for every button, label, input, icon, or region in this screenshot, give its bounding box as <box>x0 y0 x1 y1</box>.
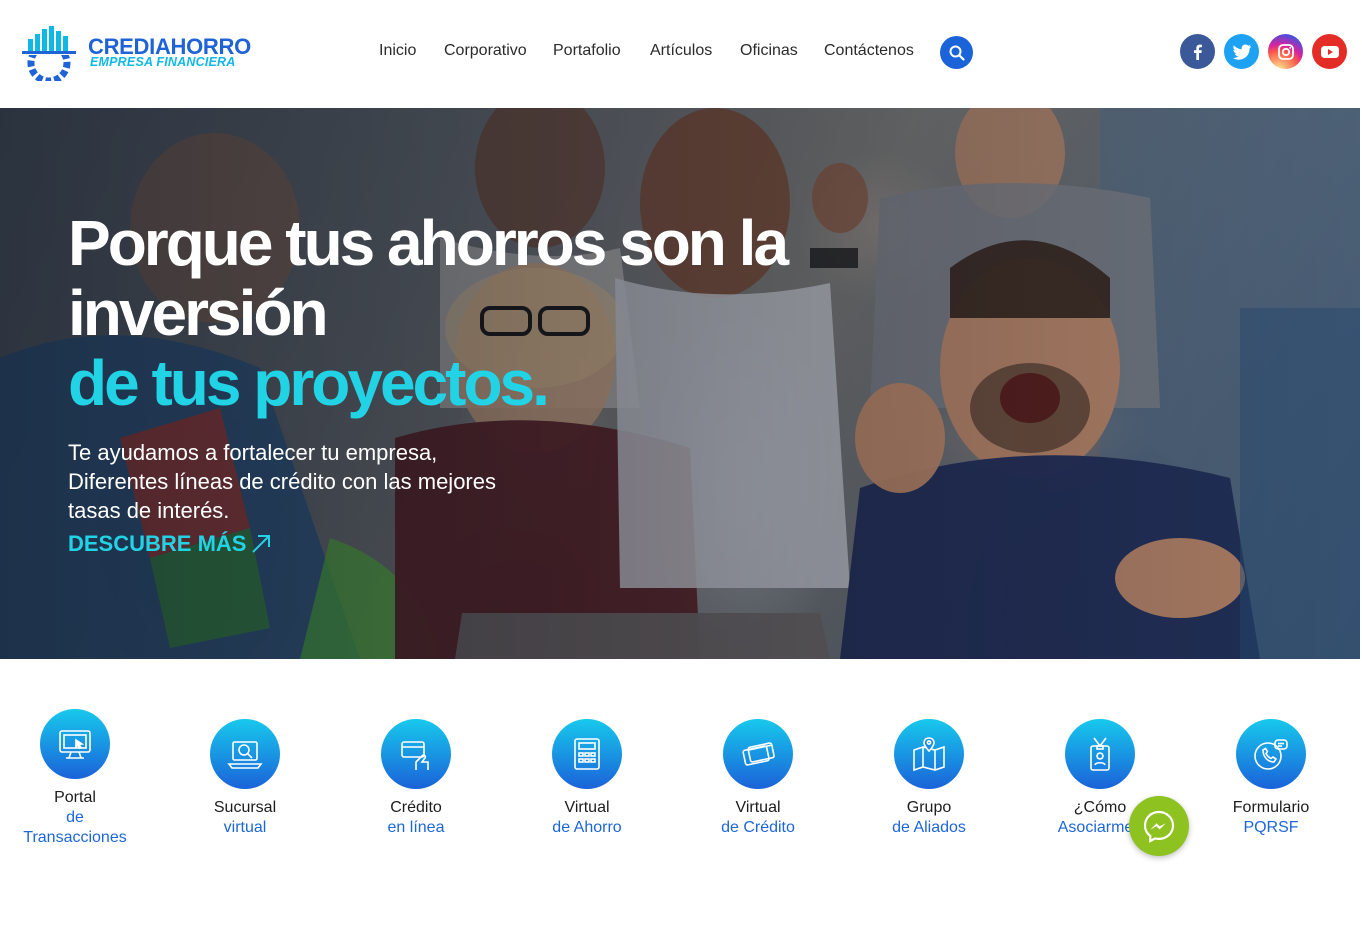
service-credito-en-linea[interactable]: Crédito en línea <box>341 719 491 838</box>
hero-banner: Porque tus ahorros son la inversión de t… <box>0 108 1360 659</box>
service-sublabel: PQRSF <box>1243 819 1299 836</box>
service-virtual-credito[interactable]: Virtual de Crédito <box>683 719 833 838</box>
monitor-icon <box>40 709 110 779</box>
service-label: Formulario <box>1232 799 1310 816</box>
twitter-link[interactable] <box>1224 34 1259 69</box>
facebook-link[interactable] <box>1180 34 1215 69</box>
service-label: Sucursal <box>213 799 277 816</box>
brand-tagline: EMPRESA FINANCIERA <box>90 55 236 69</box>
hero-title-line1: Porque tus ahorros son la <box>68 207 789 279</box>
arrow-up-right-icon <box>252 535 271 553</box>
phone-chat-icon <box>1236 719 1306 789</box>
id-badge-icon <box>1065 719 1135 789</box>
brand-logo[interactable]: CREDIAHORRO EMPRESA FINANCIERA <box>20 25 260 81</box>
youtube-link[interactable] <box>1312 34 1347 69</box>
messenger-button[interactable] <box>1129 796 1189 856</box>
hero-subtitle-line3: tasas de interés. <box>68 498 230 523</box>
service-formulario-pqrsf[interactable]: Formulario PQRSF <box>1196 719 1346 838</box>
nav-articulos[interactable]: Artículos <box>650 42 712 60</box>
service-sublabel: de <box>66 809 84 826</box>
service-label: Portal <box>54 789 96 806</box>
service-label: Crédito <box>390 799 442 816</box>
card-hand-icon <box>381 719 451 789</box>
facebook-icon <box>1193 44 1202 60</box>
service-label: Virtual <box>735 799 781 816</box>
instagram-icon <box>1277 43 1294 60</box>
twitter-icon <box>1232 44 1251 60</box>
service-label: Grupo <box>906 799 952 816</box>
hero-subtitle-line2: Diferentes líneas de crédito con las mej… <box>68 469 496 494</box>
instagram-link[interactable] <box>1268 34 1303 69</box>
hero-subtitle: Te ayudamos a fortalecer tu empresa, Dif… <box>68 438 568 525</box>
youtube-icon <box>1320 45 1339 58</box>
nav-contactenos[interactable]: Contáctenos <box>824 42 914 60</box>
search-button[interactable] <box>940 36 973 69</box>
service-virtual-ahorro[interactable]: Virtual de Ahorro <box>512 719 662 838</box>
nav-portafolio[interactable]: Portafolio <box>553 42 621 60</box>
credit-cards-icon <box>723 719 793 789</box>
service-sucursal-virtual[interactable]: Sucursal virtual <box>170 719 320 838</box>
service-sublabel: de Aliados <box>892 819 966 836</box>
nav-inicio[interactable]: Inicio <box>379 42 416 60</box>
service-sublabel: de Ahorro <box>552 819 622 836</box>
service-portal-transacciones[interactable]: Portal de Transacciones <box>0 709 150 848</box>
logo-gear-icon <box>22 26 76 81</box>
service-sublabel: en línea <box>387 819 445 836</box>
laptop-search-icon <box>210 719 280 789</box>
discover-more-label: DESCUBRE MÁS <box>68 531 247 556</box>
service-sublabel: de Crédito <box>721 819 795 836</box>
hero-title-accent: de tus proyectos. <box>68 347 550 419</box>
service-sublabel-2: Transacciones <box>23 829 127 846</box>
messenger-icon <box>1143 810 1175 843</box>
service-label: Virtual <box>564 799 610 816</box>
hero-title: Porque tus ahorros son la inversión de t… <box>68 208 828 418</box>
calculator-icon <box>552 719 622 789</box>
discover-more-link[interactable]: DESCUBRE MÁS <box>68 531 272 557</box>
service-grupo-aliados[interactable]: Grupo de Aliados <box>854 719 1004 838</box>
nav-oficinas[interactable]: Oficinas <box>740 42 798 60</box>
search-icon <box>949 45 965 61</box>
service-sublabel: virtual <box>223 819 267 836</box>
hero-subtitle-line1: Te ayudamos a fortalecer tu empresa, <box>68 440 438 465</box>
map-pin-icon <box>894 719 964 789</box>
site-header: CREDIAHORRO EMPRESA FINANCIERA Inicio Co… <box>0 0 1362 108</box>
hero-title-line2: inversión <box>68 277 329 349</box>
nav-corporativo[interactable]: Corporativo <box>444 42 527 60</box>
